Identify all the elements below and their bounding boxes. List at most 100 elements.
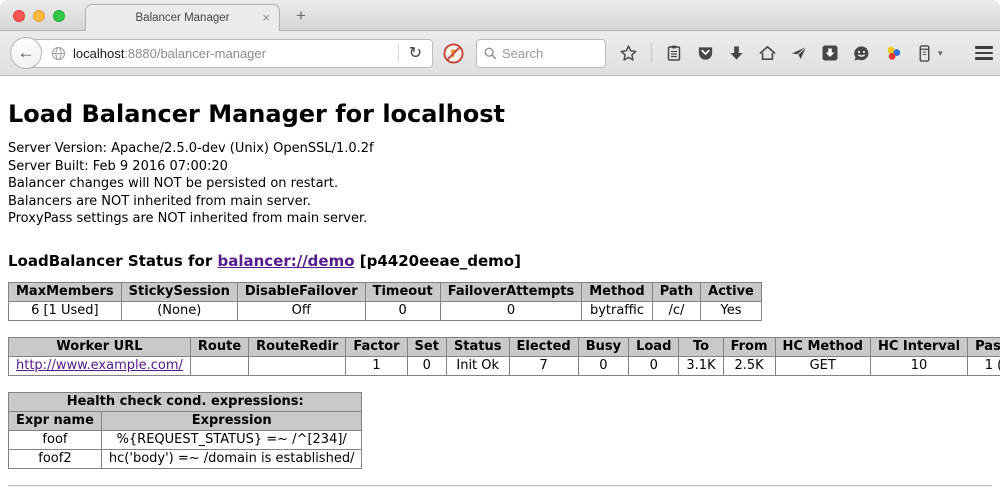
search-box — [476, 39, 606, 68]
server-info-line: Server Built: Feb 9 2016 07:00:20 — [8, 158, 992, 176]
col-header: Busy — [578, 337, 628, 356]
health-check-table: Health check cond. expressions: Expr nam… — [8, 392, 362, 469]
cell-expression: hc('body') =~ /domain is established/ — [101, 449, 362, 468]
table-header-row: MaxMembers StickySession DisableFailover… — [9, 282, 762, 301]
col-header: MaxMembers — [9, 282, 122, 301]
cell-worker-url: http://www.example.com/ — [9, 356, 191, 375]
col-header: Expression — [101, 411, 362, 430]
server-info-line: Balancer changes will NOT be persisted o… — [8, 175, 992, 193]
col-header: HC Interval — [870, 337, 967, 356]
download-helper-icon[interactable] — [884, 44, 903, 63]
server-info-line: Balancers are NOT inherited from main se… — [8, 193, 992, 211]
loadbalancer-status-heading: LoadBalancer Status for balancer://demo … — [8, 252, 992, 270]
url-path: :8880/balancer-manager — [124, 46, 266, 61]
col-header: Route — [190, 337, 248, 356]
server-info-line: Server Version: Apache/2.5.0-dev (Unix) … — [8, 140, 992, 158]
cell-to: 3.1K — [679, 356, 723, 375]
close-window-button[interactable] — [13, 10, 25, 22]
server-info-line: ProxyPass settings are NOT inherited fro… — [8, 210, 992, 228]
cell-passes: 1 (0) — [968, 356, 1000, 375]
urlbar-divider — [398, 44, 399, 62]
cell-expression: %{REQUEST_STATUS} =~ /^[234]/ — [101, 430, 362, 449]
cell-failoverattempts: 0 — [440, 301, 582, 320]
reading-list-icon[interactable] — [665, 44, 683, 62]
cell-maxmembers: 6 [1 Used] — [9, 301, 122, 320]
tab-bar: Balancer Manager × + — [0, 0, 1000, 31]
browser-window: Balancer Manager × + ← localhost:8880/ba… — [0, 0, 1000, 491]
minimize-window-button[interactable] — [33, 10, 45, 22]
cell-route — [190, 356, 248, 375]
save-box-icon[interactable] — [821, 44, 839, 62]
cell-timeout: 0 — [365, 301, 440, 320]
new-tab-button[interactable]: + — [290, 6, 312, 26]
table-row: 6 [1 Used] (None) Off 0 0 bytraffic /c/ … — [9, 301, 762, 320]
navigation-toolbar: ← localhost:8880/balancer-manager ↻ — [0, 31, 1000, 76]
col-header: StickySession — [121, 282, 237, 301]
tab-balancer-manager[interactable]: Balancer Manager × — [85, 4, 280, 31]
col-header: Active — [701, 282, 762, 301]
back-button[interactable]: ← — [10, 37, 42, 69]
page-title: Load Balancer Manager for localhost — [8, 100, 992, 128]
window-controls — [13, 10, 65, 22]
tab-close-icon[interactable]: × — [262, 11, 270, 24]
cell-busy: 0 — [578, 356, 628, 375]
cell-factor: 1 — [346, 356, 407, 375]
menu-hamburger-icon[interactable] — [973, 42, 995, 64]
col-header: From — [723, 337, 775, 356]
col-header: Elected — [509, 337, 578, 356]
cell-disablefailover: Off — [237, 301, 365, 320]
col-header: Status — [446, 337, 509, 356]
col-header: Timeout — [365, 282, 440, 301]
home-icon[interactable] — [758, 44, 777, 62]
col-header: Path — [652, 282, 700, 301]
col-header: FailoverAttempts — [440, 282, 582, 301]
bookmark-star-icon[interactable] — [619, 44, 638, 63]
balancer-demo-link[interactable]: balancer://demo — [217, 252, 354, 270]
search-icon — [484, 47, 497, 60]
cell-path: /c/ — [652, 301, 700, 320]
url-host: localhost — [73, 46, 124, 61]
server-info: Server Version: Apache/2.5.0-dev (Unix) … — [8, 140, 992, 228]
col-header: Method — [582, 282, 652, 301]
search-input[interactable] — [502, 46, 598, 61]
worker-table: Worker URL Route RouteRedir Factor Set S… — [8, 337, 1000, 376]
container-icon[interactable] — [916, 44, 933, 63]
table-header-row: Worker URL Route RouteRedir Factor Set S… — [9, 337, 1000, 356]
downloads-icon[interactable] — [728, 44, 745, 62]
zoom-window-button[interactable] — [53, 10, 65, 22]
url-text: localhost:8880/balancer-manager — [73, 46, 266, 61]
reload-button[interactable]: ↻ — [405, 43, 426, 63]
status-heading-prefix: LoadBalancer Status for — [8, 252, 217, 270]
cell-from: 2.5K — [723, 356, 775, 375]
expr-row: foof2 hc('body') =~ /domain is establish… — [9, 449, 362, 468]
table-header-row: Expr name Expression — [9, 411, 362, 430]
col-header: Factor — [346, 337, 407, 356]
worker-row: http://www.example.com/ 1 0 Init Ok 7 0 … — [9, 356, 1000, 375]
col-header: DisableFailover — [237, 282, 365, 301]
col-header: RouteRedir — [249, 337, 346, 356]
col-header: Worker URL — [9, 337, 191, 356]
cell-expr-name: foof2 — [9, 449, 102, 468]
col-header: Load — [629, 337, 679, 356]
col-header: HC Method — [775, 337, 870, 356]
worker-url-link[interactable]: http://www.example.com/ — [16, 358, 183, 373]
col-header: Set — [407, 337, 446, 356]
expr-row: foof %{REQUEST_STATUS} =~ /^[234]/ — [9, 430, 362, 449]
chat-smiley-icon[interactable] — [852, 44, 871, 63]
col-header: Expr name — [9, 411, 102, 430]
cell-set: 0 — [407, 356, 446, 375]
flashblock-icon[interactable] — [443, 43, 464, 64]
cell-status: Init Ok — [446, 356, 509, 375]
send-to-device-icon[interactable] — [790, 44, 808, 62]
col-header: To — [679, 337, 723, 356]
status-heading-suffix: [p4420eeae_demo] — [355, 252, 521, 270]
cell-hc-method: GET — [775, 356, 870, 375]
pocket-icon[interactable] — [696, 44, 715, 63]
url-bar[interactable]: localhost:8880/balancer-manager ↻ — [25, 39, 433, 68]
globe-icon — [51, 46, 66, 61]
overflow-caret-icon[interactable]: ▾ — [938, 48, 943, 59]
balancer-settings-table: MaxMembers StickySession DisableFailover… — [8, 282, 762, 321]
cell-active: Yes — [701, 301, 762, 320]
cell-routeredir — [249, 356, 346, 375]
toolbar-divider — [651, 43, 652, 63]
